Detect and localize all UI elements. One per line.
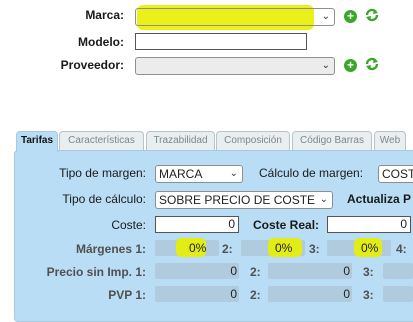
tipo-margen-value: MARCA [159,167,203,181]
tab-trazabilidad[interactable]: Trazabilidad [146,131,215,151]
actualiza-label: Actualiza P [347,192,412,206]
chevron-down-icon: ⌄ [319,194,328,205]
tipo-calculo-label: Tipo de cálculo: [62,192,146,206]
precio2-label: 2: [250,265,261,279]
margen1-value: 0% [189,241,207,255]
marca-select[interactable]: ⌄ [135,8,335,26]
tipo-calculo-value: SOBRE PRECIO DE COSTE [159,193,316,207]
tab-codigo-barras[interactable]: Código Barras [292,131,372,151]
calculo-margen-select[interactable]: COST [378,165,413,183]
precio3-field[interactable] [383,263,413,279]
pvp-label: PVP 1: [108,288,146,302]
tipo-margen-select[interactable]: MARCA ⌄ [155,165,243,183]
margenes-label: Márgenes 1: [75,242,146,256]
precio2-field[interactable]: 0 [268,263,352,279]
tab-tarifas[interactable]: Tarifas [16,131,58,152]
proveedor-select[interactable]: ⌄ [135,57,335,75]
tab-caracteristicas[interactable]: Características [59,131,144,151]
chevron-down-icon: ⌄ [321,11,330,22]
refresh-icon[interactable] [364,56,380,72]
calculo-margen-label: Cálculo de margen: [259,166,364,180]
plus-circle-icon[interactable]: + [344,10,357,23]
marca-label: Marca: [85,8,124,22]
coste-input[interactable]: 0 [155,216,239,233]
pvp3-field[interactable] [383,286,413,302]
coste-real-label: Coste Real: [253,218,320,232]
margen3-label: 3: [309,242,320,256]
pvp2-field[interactable]: 0 [268,286,352,302]
margen4-label: 4: [396,242,407,256]
precio1-field[interactable]: 0 [155,263,239,279]
modelo-label: Modelo: [78,35,124,49]
tipo-margen-label: Tipo de margen: [59,166,146,180]
refresh-icon[interactable] [364,7,380,23]
coste-label: Coste: [111,218,146,232]
plus-circle-icon[interactable]: + [344,59,357,72]
pvp1-field[interactable]: 0 [155,286,239,302]
chevron-down-icon: ⌄ [229,168,238,179]
tab-web[interactable]: Web [374,131,406,151]
tipo-calculo-select[interactable]: SOBRE PRECIO DE COSTE ⌄ [155,191,333,209]
proveedor-label: Proveedor: [60,58,124,72]
precio3-label: 3: [363,265,374,279]
calculo-margen-value: COST [382,167,413,181]
coste-real-input[interactable]: 0 [327,216,411,233]
tab-composicion[interactable]: Composición [216,131,290,151]
modelo-input[interactable] [135,33,307,50]
precio-label: Precio sin Imp. 1: [46,265,146,279]
pvp3-label: 3: [363,288,374,302]
margen2-label: 2: [222,242,233,256]
pvp2-label: 2: [250,288,261,302]
margen3-value: 0% [361,241,379,255]
chevron-down-icon: ⌄ [321,60,330,71]
margen2-value: 0% [275,241,293,255]
